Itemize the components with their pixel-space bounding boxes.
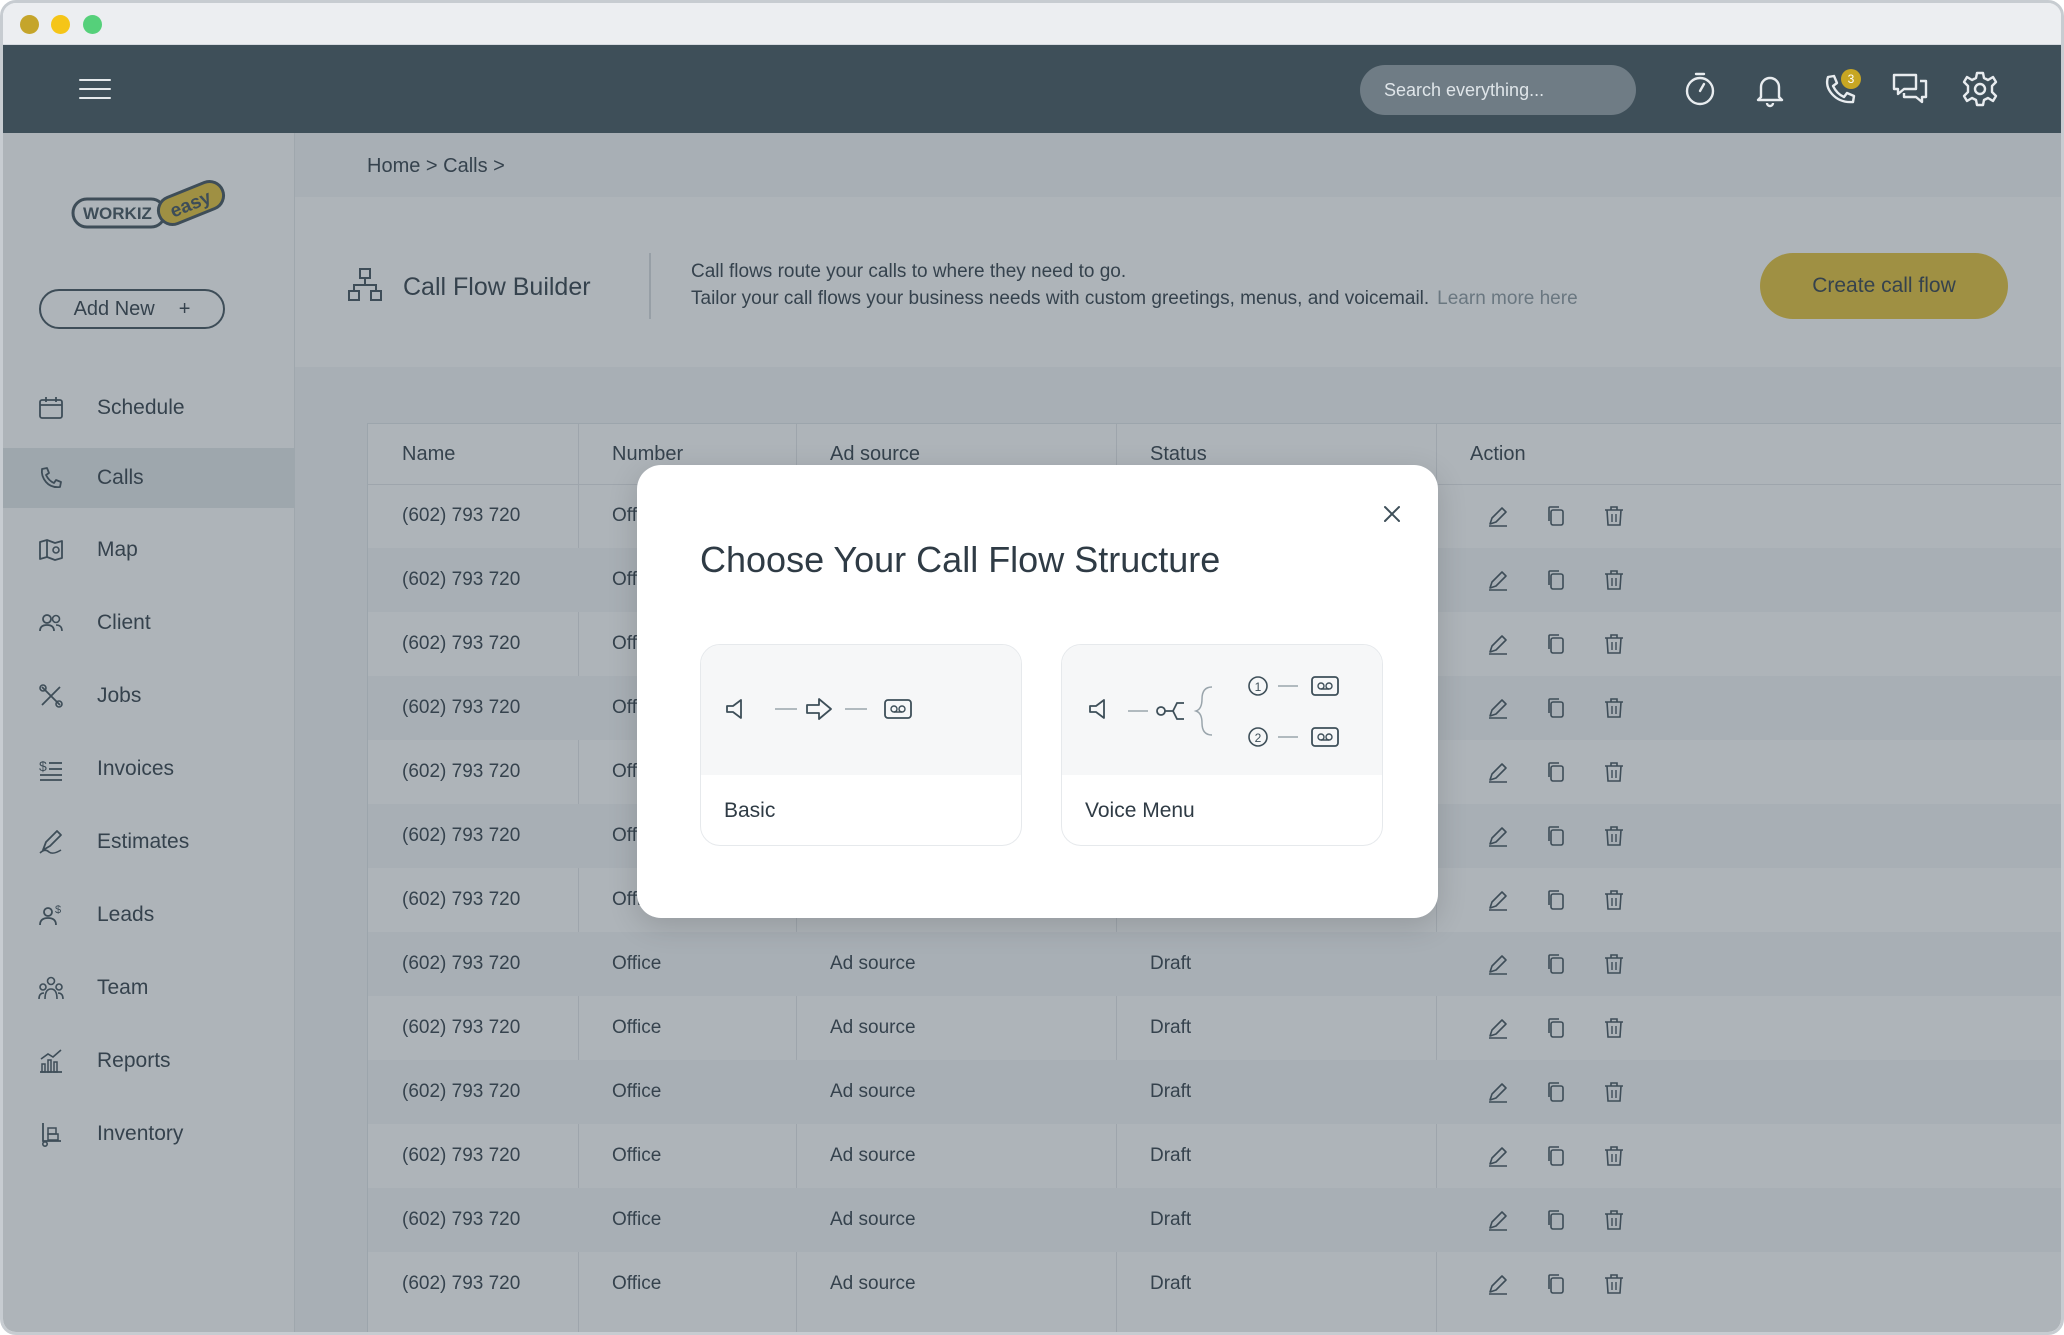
- bell-icon[interactable]: [1750, 69, 1790, 109]
- svg-text:1: 1: [1255, 680, 1262, 694]
- greeting-icon: [726, 699, 742, 719]
- voice-menu-flow-graphic: 1 2: [1089, 676, 1339, 747]
- modal-title: Choose Your Call Flow Structure: [700, 539, 1221, 580]
- app-window: 3 WORKIZ easy Add New + Schedule: [0, 0, 2064, 1335]
- forward-icon: [806, 698, 832, 720]
- basic-flow-diagram: [701, 645, 1021, 775]
- option-2: 2: [1248, 727, 1268, 747]
- minimize-window-dot[interactable]: [51, 15, 70, 34]
- option-1: 1: [1248, 676, 1268, 696]
- option-label: Voice Menu: [1085, 799, 1195, 822]
- voicemail-icon: [1311, 727, 1339, 747]
- voicemail-icon: [1311, 676, 1339, 696]
- voicemail-icon: [884, 699, 912, 719]
- top-bar: 3: [3, 45, 2061, 133]
- phone-badge: 3: [1841, 69, 1861, 89]
- basic-flow-graphic: [726, 698, 912, 720]
- window-chrome: [3, 3, 2061, 45]
- hamburger-icon[interactable]: [79, 79, 111, 99]
- option-voice-menu[interactable]: 1 2 Voice Menu: [1061, 644, 1383, 846]
- branch-icon: [1156, 702, 1184, 720]
- voice-menu-flow-diagram: 1 2: [1062, 645, 1382, 775]
- option-label: Basic: [724, 799, 776, 822]
- stopwatch-icon[interactable]: [1680, 69, 1720, 109]
- close-window-dot[interactable]: [20, 15, 39, 34]
- chat-icon[interactable]: [1890, 69, 1930, 109]
- greeting-icon: [1089, 699, 1105, 719]
- call-flow-structure-modal: Choose Your Call Flow Structure Basic 1 …: [637, 465, 1438, 918]
- close-icon[interactable]: [1379, 501, 1405, 527]
- search-input[interactable]: [1360, 65, 1636, 115]
- option-basic[interactable]: Basic: [700, 644, 1022, 846]
- maximize-window-dot[interactable]: [83, 15, 102, 34]
- svg-text:2: 2: [1255, 731, 1262, 745]
- gear-icon[interactable]: [1960, 69, 2000, 109]
